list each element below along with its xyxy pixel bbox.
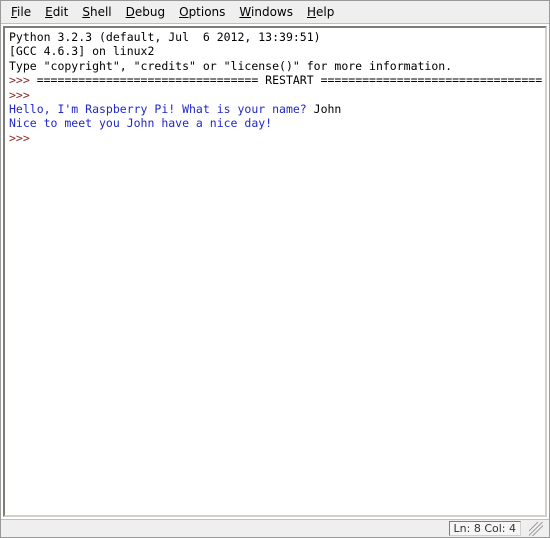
status-bar: Ln: 8 Col: 4 — [1, 519, 549, 537]
shell-prompt: >>> — [9, 73, 37, 87]
status-line-col: Ln: 8 Col: 4 — [449, 521, 521, 536]
shell-program-output: Nice to meet you John have a nice day! — [9, 116, 272, 130]
shell-header-line: Python 3.2.3 (default, Jul 6 2012, 13:39… — [9, 30, 321, 44]
menu-bar: File Edit Shell Debug Options Windows He… — [1, 1, 549, 24]
menu-edit[interactable]: Edit — [39, 3, 74, 21]
shell-restart-banner: ================================ RESTART… — [37, 73, 542, 87]
menu-help[interactable]: Help — [301, 3, 340, 21]
menu-file[interactable]: File — [5, 3, 37, 21]
menu-debug[interactable]: Debug — [120, 3, 171, 21]
resize-grip-icon[interactable] — [529, 522, 543, 536]
shell-prompt: >>> — [9, 88, 37, 102]
shell-program-output: Hello, I'm Raspberry Pi! What is your na… — [9, 102, 314, 116]
shell-user-input: John — [314, 102, 342, 116]
shell-text-area[interactable]: Python 3.2.3 (default, Jul 6 2012, 13:39… — [3, 26, 547, 517]
shell-prompt: >>> — [9, 131, 37, 145]
menu-options[interactable]: Options — [173, 3, 231, 21]
menu-windows[interactable]: Windows — [233, 3, 299, 21]
shell-header-line: Type "copyright", "credits" or "license(… — [9, 59, 452, 73]
menu-shell[interactable]: Shell — [76, 3, 117, 21]
shell-header-line: [GCC 4.6.3] on linux2 — [9, 44, 154, 58]
